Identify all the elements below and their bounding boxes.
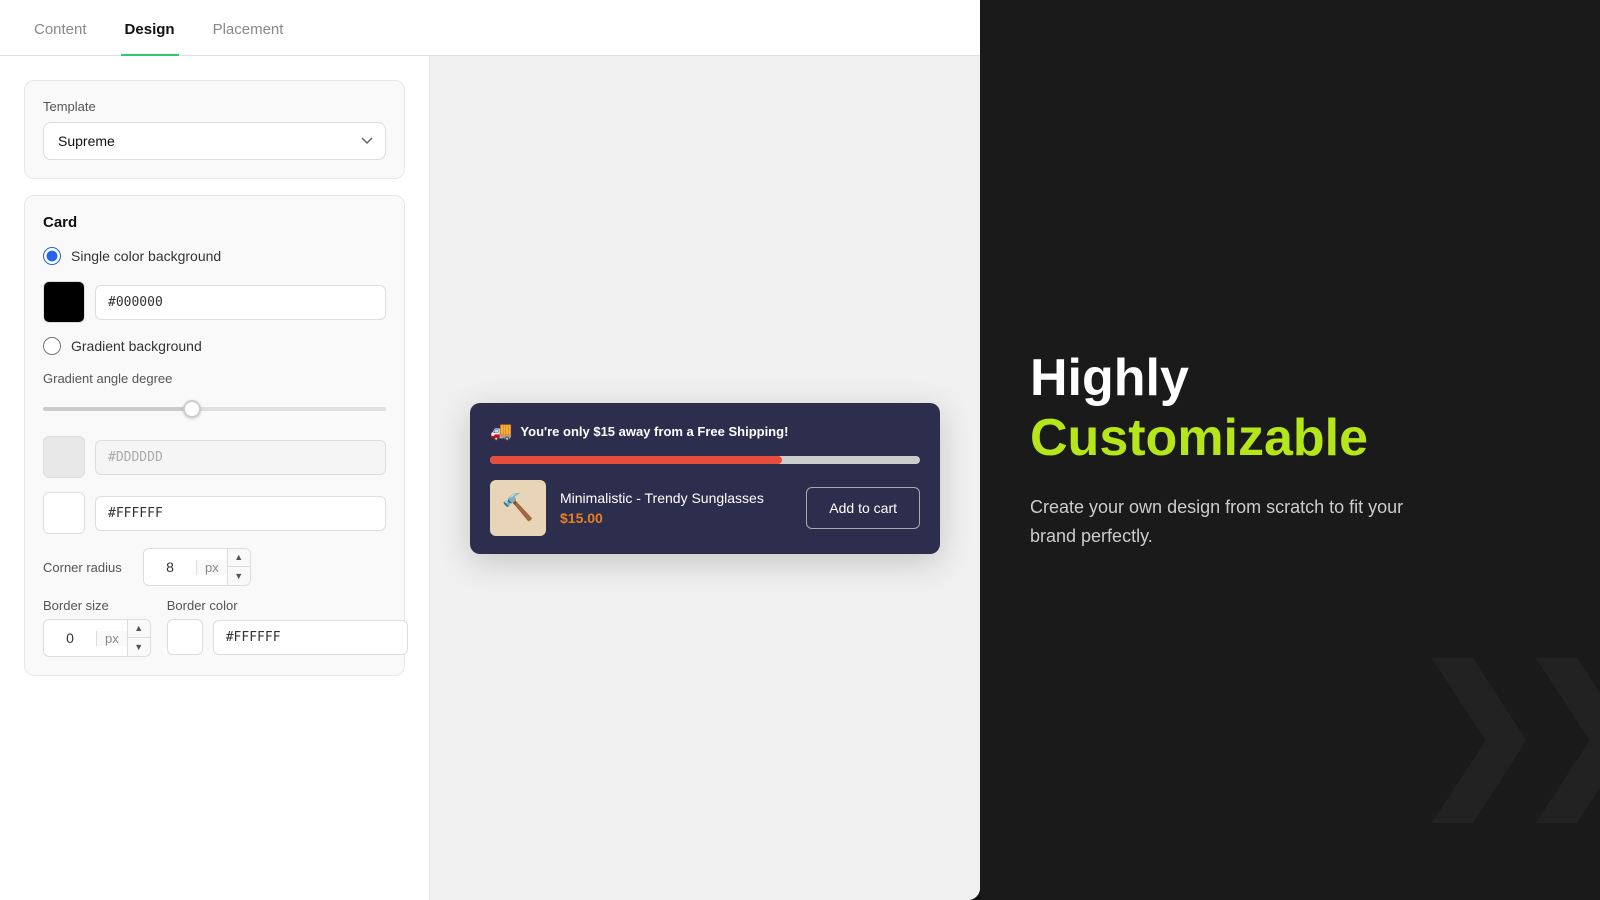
single-color-swatch[interactable] (43, 281, 85, 323)
right-panel: Highly Customizable Create your own desi… (980, 0, 1600, 900)
gradient-color2-input[interactable] (95, 496, 386, 531)
gradient-angle-label: Gradient angle degree (43, 371, 386, 386)
single-color-option[interactable]: Single color background (43, 247, 386, 265)
gradient-color2-row (43, 492, 386, 534)
single-color-row (43, 281, 386, 323)
gradient-color1-row (43, 436, 386, 478)
gradient-option[interactable]: Gradient background (43, 337, 386, 355)
tab-design[interactable]: Design (121, 1, 179, 56)
gradient-angle-container: Gradient angle degree (43, 371, 386, 420)
border-color-input[interactable] (213, 620, 408, 655)
tabs-bar: Content Design Placement (0, 0, 980, 56)
product-thumbnail: 🔨 (490, 480, 546, 536)
gradient-radio[interactable] (43, 337, 61, 355)
add-to-cart-button[interactable]: Add to cart (806, 487, 920, 529)
product-name: Minimalistic - Trendy Sunglasses (560, 490, 792, 506)
shipping-emoji: 🚚 (490, 421, 512, 442)
product-card: 🚚 You're only $15 away from a Free Shipp… (470, 403, 940, 554)
product-price: $15.00 (560, 510, 792, 526)
main-content: Template SupremeClassicMinimalBold Card … (0, 56, 980, 900)
single-color-hex-input[interactable] (95, 285, 386, 320)
radio-group: Single color background (43, 247, 386, 265)
promo-title: Highly Customizable (1030, 349, 1550, 469)
corner-radius-down[interactable]: ▼ (228, 567, 250, 585)
gradient-label: Gradient background (71, 338, 202, 354)
promo-title-line1: Highly (1030, 349, 1189, 407)
promo-description: Create your own design from scratch to f… (1030, 493, 1410, 551)
border-size-up[interactable]: ▲ (128, 620, 150, 638)
corner-radius-label: Corner radius (43, 560, 133, 575)
border-size-input-wrapper: px ▲ ▼ (43, 619, 151, 657)
left-panel: Content Design Placement Template Suprem… (0, 0, 980, 900)
slider-wrapper (43, 394, 386, 420)
corner-radius-steppers: ▲ ▼ (227, 549, 250, 585)
border-size-field: Border size px ▲ ▼ (43, 598, 151, 657)
product-info: Minimalistic - Trendy Sunglasses $15.00 (560, 490, 792, 526)
product-emoji: 🔨 (502, 492, 534, 523)
border-size-down[interactable]: ▼ (128, 638, 150, 656)
corner-radius-up[interactable]: ▲ (228, 549, 250, 567)
border-color-label: Border color (167, 598, 408, 613)
tab-content[interactable]: Content (30, 1, 91, 56)
border-size-unit: px (96, 631, 127, 646)
border-color-field: Border color (167, 598, 408, 655)
border-color-row (167, 619, 408, 655)
single-color-label: Single color background (71, 248, 221, 264)
shipping-text: You're only $15 away from a Free Shippin… (520, 424, 788, 439)
corner-radius-input-wrapper: px ▲ ▼ (143, 548, 251, 586)
corner-radius-row: Corner radius px ▲ ▼ (43, 548, 386, 586)
progress-bar-container (490, 456, 920, 464)
corner-radius-unit: px (196, 560, 227, 575)
corner-radius-input[interactable] (144, 551, 196, 583)
border-size-label: Border size (43, 598, 151, 613)
preview-area: 🚚 You're only $15 away from a Free Shipp… (430, 56, 980, 900)
promo-title-accent: Customizable (1030, 409, 1368, 467)
card-section: Card Single color background (24, 195, 405, 676)
border-size-steppers: ▲ ▼ (127, 620, 150, 656)
border-size-input[interactable] (44, 622, 96, 654)
shipping-banner: 🚚 You're only $15 away from a Free Shipp… (490, 421, 920, 442)
border-row: Border size px ▲ ▼ Border color (43, 598, 386, 657)
border-color-swatch[interactable] (167, 619, 203, 655)
gradient-color2-swatch[interactable] (43, 492, 85, 534)
gradient-color1-swatch[interactable] (43, 436, 85, 478)
card-section-title: Card (43, 214, 386, 231)
product-row: 🔨 Minimalistic - Trendy Sunglasses $15.0… (490, 480, 920, 536)
gradient-angle-slider[interactable] (43, 407, 386, 411)
gradient-color1-input[interactable] (95, 440, 386, 475)
single-color-radio[interactable] (43, 247, 61, 265)
template-section: Template SupremeClassicMinimalBold (24, 80, 405, 179)
tab-placement[interactable]: Placement (209, 1, 288, 56)
settings-panel: Template SupremeClassicMinimalBold Card … (0, 56, 430, 900)
template-select[interactable]: SupremeClassicMinimalBold (43, 122, 386, 160)
progress-bar-fill (490, 456, 782, 464)
gradient-radio-group: Gradient background (43, 337, 386, 355)
template-label: Template (43, 99, 386, 114)
